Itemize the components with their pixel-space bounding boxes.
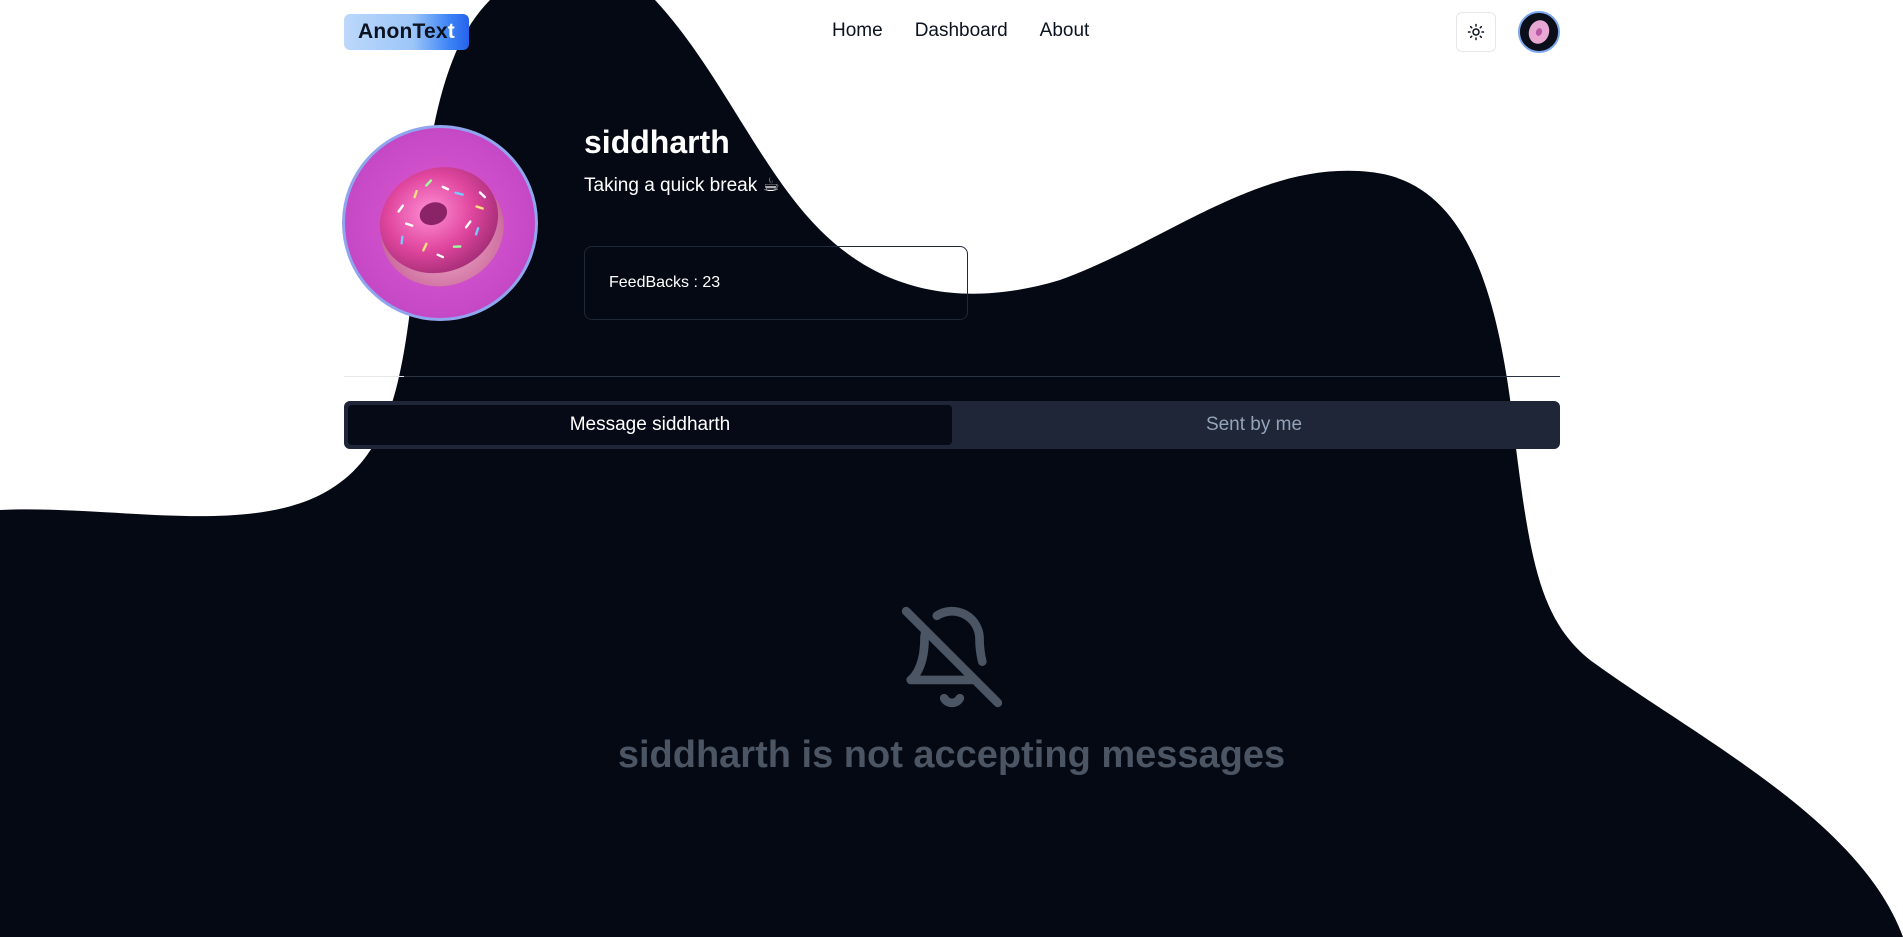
logo-text-end: t — [447, 20, 455, 43]
app-logo[interactable]: AnonTex t — [344, 14, 469, 50]
page: AnonTex t Home Dashboard About siddharth… — [0, 0, 1903, 937]
section-divider — [344, 376, 1560, 377]
sun-icon — [1467, 23, 1485, 41]
feedback-count-card: FeedBacks : 23 — [584, 246, 968, 320]
section-divider-light — [344, 376, 404, 377]
donut-avatar-image — [1520, 13, 1558, 51]
tab-sent-by-me[interactable]: Sent by me — [952, 405, 1556, 445]
profile-username: siddharth — [584, 124, 730, 160]
nav-about-link[interactable]: About — [1040, 20, 1090, 42]
donut-image — [379, 167, 504, 287]
profile-avatar — [342, 125, 538, 321]
bell-off-icon — [901, 606, 1003, 708]
profile-status: Taking a quick break ☕ — [584, 175, 780, 196]
theme-toggle-button[interactable] — [1456, 12, 1496, 52]
tab-message[interactable]: Message siddharth — [348, 405, 952, 445]
message-tabs: Message siddharth Sent by me — [344, 401, 1560, 449]
empty-state-message: siddharth is not accepting messages — [617, 734, 1286, 776]
nav-home-link[interactable]: Home — [832, 20, 883, 42]
nav-dashboard-link[interactable]: Dashboard — [915, 20, 1008, 42]
feedback-count-label: FeedBacks : 23 — [609, 274, 721, 291]
logo-text: AnonTex — [358, 20, 448, 43]
main-nav: Home Dashboard About — [832, 20, 1089, 42]
user-avatar-button[interactable] — [1518, 11, 1560, 53]
